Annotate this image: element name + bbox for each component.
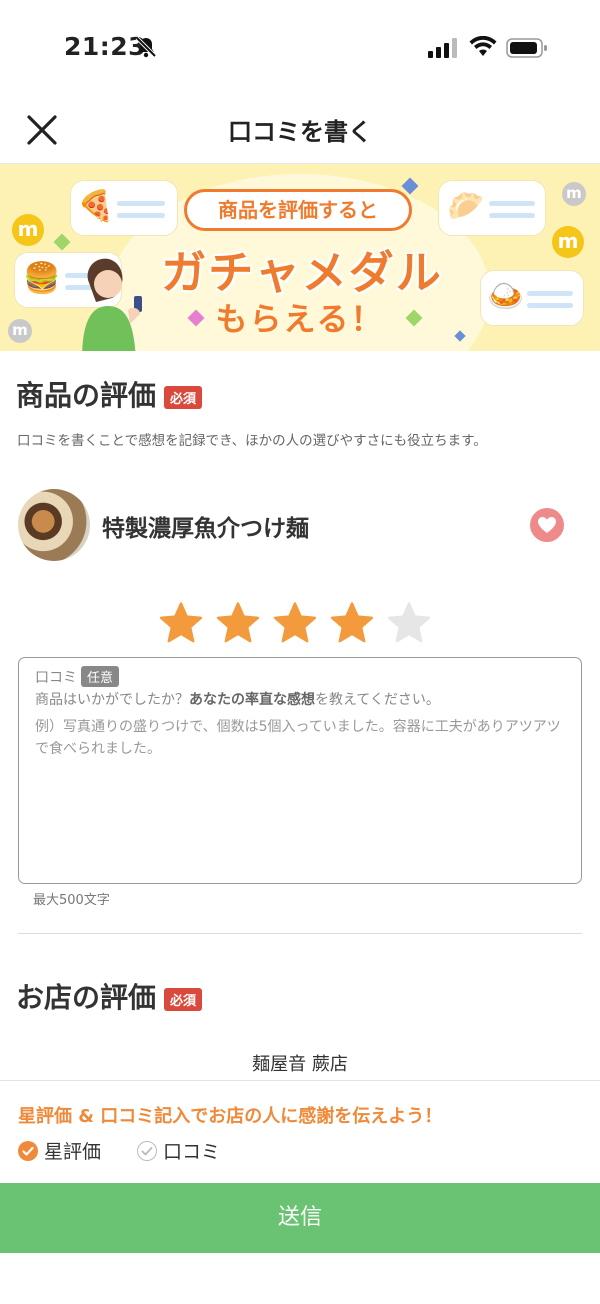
placeholder-prefix: 商品はいかがでしたか？	[35, 692, 189, 708]
donburi-bubble: 🍛	[480, 270, 584, 326]
dumpling-bubble: 🥟	[438, 180, 546, 236]
status-time: 21:23	[64, 32, 147, 61]
dumpling-icon: 🥟	[447, 189, 485, 224]
shop-rating-heading: お店の評価 必須	[16, 976, 203, 1016]
medal-coin-icon: m	[8, 319, 32, 343]
submit-button[interactable]: 送信	[0, 1183, 600, 1253]
nav-header: 口コミを書く	[0, 96, 600, 164]
page-title: 口コミを書く	[228, 118, 372, 146]
signal-icon	[428, 38, 457, 58]
battery-icon	[506, 38, 547, 58]
shop-name: 麺屋音 蕨店	[252, 1054, 348, 1075]
bottom-panel: 星評価 & 口コミ記入でお店の人に感謝を伝えよう！ 星評価 口コミ 送信	[0, 1080, 600, 1304]
promo-banner[interactable]: 🍕 🍔 🥟 🍛 m m m m 商品を評価すると ガチャメダル もらえる！	[0, 164, 600, 351]
banner-subheadline: もらえる！	[215, 300, 385, 338]
thanks-prompt: 星評価 & 口コミ記入でお店の人に感謝を伝えよう！	[18, 1106, 443, 1127]
sparkle-decoration	[401, 177, 419, 195]
product-name: 特製濃厚魚介つけ麺	[102, 516, 309, 542]
pizza-icon: 🍕	[77, 189, 115, 224]
max-length-note: 最大500文字	[33, 893, 110, 908]
optional-badge: 任意	[81, 666, 120, 687]
banner-pill-text: 商品を評価すると	[184, 189, 412, 231]
star-rating[interactable]	[158, 600, 442, 646]
heart-icon	[538, 517, 556, 533]
checklist-label: 星評価	[44, 1141, 102, 1163]
product-rating-title: 商品の評価	[16, 379, 157, 412]
medal-coin-icon: m	[552, 226, 584, 258]
required-badge: 必須	[164, 987, 203, 1011]
status-bar: 21:23	[0, 0, 600, 96]
star-filled-icon[interactable]	[215, 600, 261, 646]
star-filled-icon[interactable]	[158, 600, 204, 646]
check-done-icon	[18, 1141, 38, 1161]
review-placeholder-example: 例）写真通りの盛りつけで、個数は5個入っていました。容器に工夫がありアツアツで食…	[35, 719, 561, 757]
donburi-icon: 🍛	[487, 279, 525, 314]
medal-coin-icon: m	[562, 182, 586, 206]
star-empty-icon[interactable]	[386, 600, 432, 646]
wifi-icon	[469, 36, 497, 56]
product-rating-heading: 商品の評価 必須	[16, 374, 203, 414]
checklist-item-star: 星評価	[18, 1137, 101, 1164]
star-filled-icon[interactable]	[329, 600, 375, 646]
burger-icon: 🍔	[23, 261, 61, 296]
review-label: 口コミ 任意	[35, 666, 120, 687]
bell-muted-icon	[135, 36, 157, 58]
product-thumbnail	[18, 489, 90, 561]
review-placeholder-prompt: 商品はいかがでしたか？あなたの率直な感想を教えてください。	[35, 689, 440, 709]
medal-coin-icon: m	[12, 214, 44, 246]
review-textarea[interactable]: 口コミ 任意 商品はいかがでしたか？あなたの率直な感想を教えてください。 例）写真…	[18, 657, 582, 884]
banner-headline: ガチャメダル	[161, 246, 443, 299]
checklist-item-review: 口コミ	[137, 1137, 220, 1164]
star-filled-icon[interactable]	[272, 600, 318, 646]
product-rating-description: 口コミを書くことで感想を記録でき、ほかの人の選びやすさにも役立ちます。	[17, 433, 487, 449]
check-pending-icon	[137, 1141, 157, 1161]
shop-rating-title: お店の評価	[16, 981, 157, 1014]
review-label-text: 口コミ	[35, 670, 77, 686]
sparkle-decoration	[53, 233, 71, 251]
checklist-label: 口コミ	[163, 1141, 221, 1163]
placeholder-suffix: を教えてください。	[315, 692, 440, 708]
pizza-bubble: 🍕	[70, 180, 178, 236]
required-badge: 必須	[164, 385, 203, 409]
placeholder-emphasis: あなたの率直な感想	[189, 692, 315, 708]
section-divider	[18, 933, 582, 934]
product-row: 特製濃厚魚介つけ麺	[18, 489, 582, 561]
favorite-button[interactable]	[530, 508, 564, 542]
